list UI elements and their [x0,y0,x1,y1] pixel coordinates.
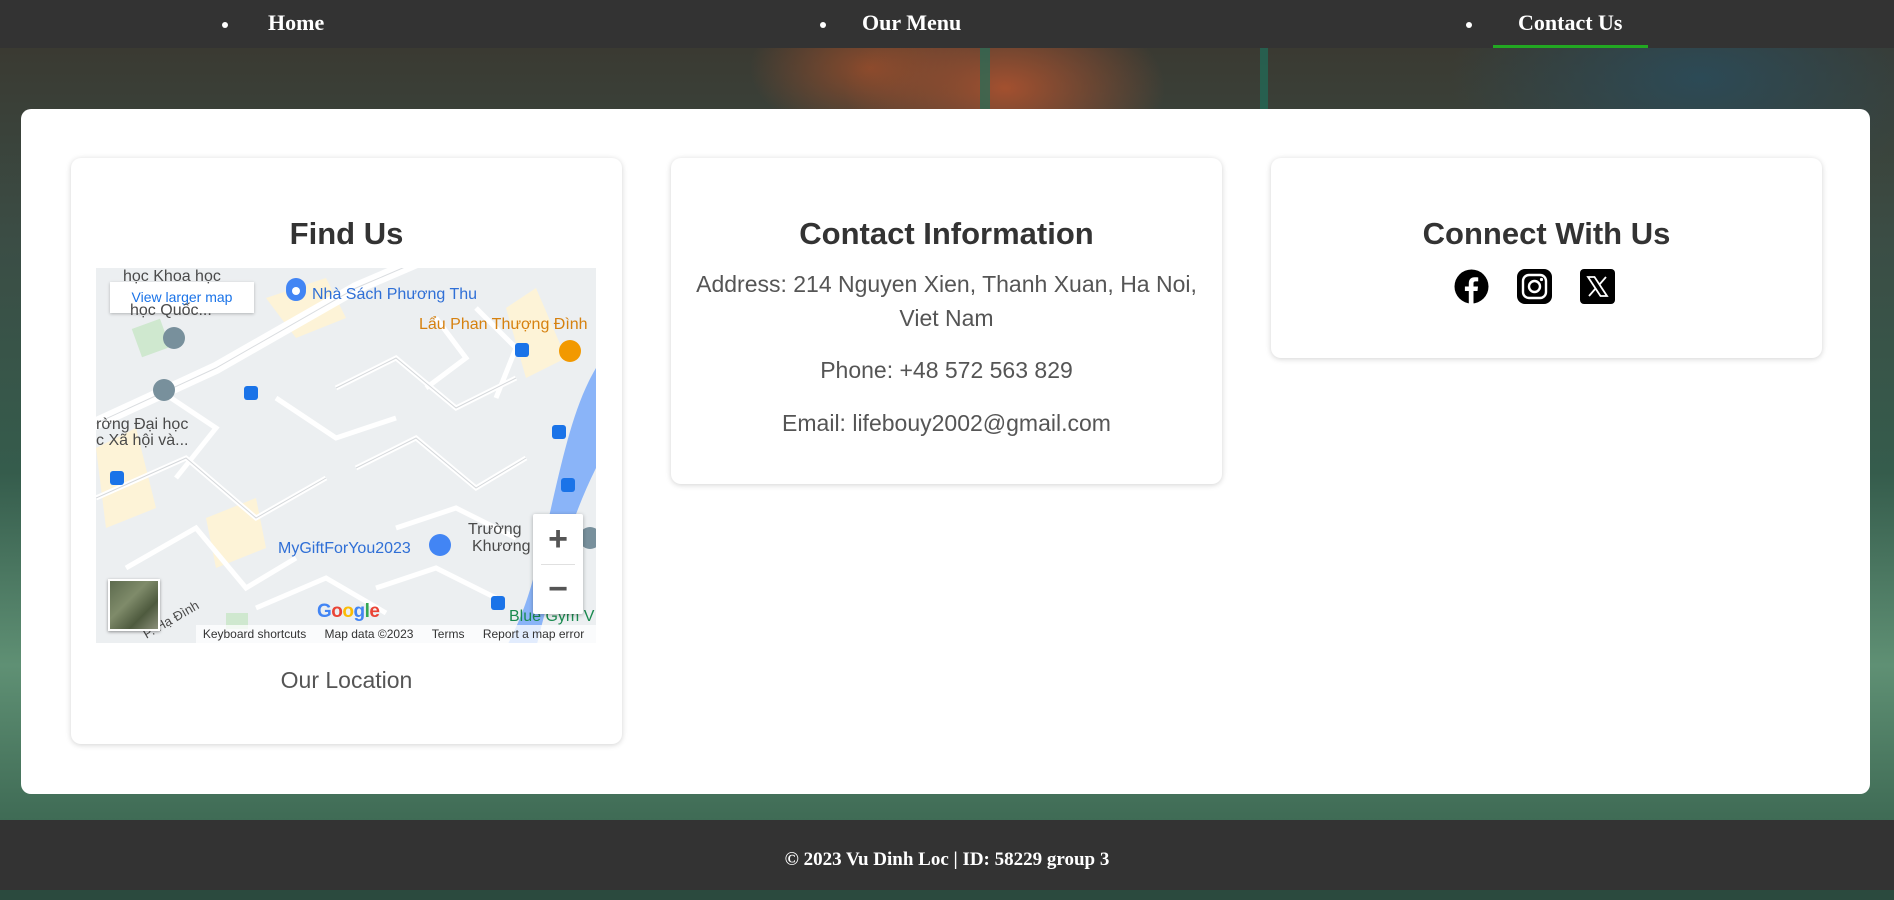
map-data-text: Map data ©2023 [324,627,414,641]
zoom-out-button[interactable]: − [533,564,583,614]
zoom-in-button[interactable]: + [533,514,583,564]
satellite-toggle[interactable] [108,579,160,631]
bullet-icon [1466,22,1472,28]
map-label: Nhà Sách Phương Thu [312,286,478,303]
social-links [1454,269,1615,304]
background-stripe [980,48,990,110]
map-label: học Khoa học [123,268,221,285]
address-text: Address: 214 Nguyen Xien, Thanh Xuan, Ha… [696,271,1197,331]
keyboard-shortcuts-link[interactable]: Keyboard shortcuts [203,625,306,643]
map-label: Trường [468,521,522,538]
map-label: Lẩu Phan Thượng Đình [419,316,588,333]
top-navigation: Home Our Menu Contact Us [0,0,1894,48]
map-label: học Quốc... [130,302,212,319]
map-caption: Our Location [280,667,413,693]
nav-item-home: Home [222,0,349,48]
contact-panel: Find Us View larger map học Khoa học học… [21,109,1870,794]
zoom-controls: + − [533,514,583,614]
connect-card: Connect With Us [1271,158,1822,358]
footer-text: © 2023 Vu Dinh Loc | ID: 58229 group 3 [784,849,1110,870]
x-icon[interactable] [1580,269,1615,304]
nav-link-home[interactable]: Home [243,0,349,48]
phone-text: Phone: +48 572 563 829 [820,357,1073,383]
map-attribution: Keyboard shortcuts Map data ©2023 Terms … [196,625,596,643]
find-us-title: Find Us [289,216,404,251]
connect-title: Connect With Us [1422,216,1671,251]
contact-info-title: Contact Information [799,216,1094,251]
map-label: MyGiftForYou2023 [278,540,411,557]
report-map-error-link[interactable]: Report a map error [483,625,584,643]
embedded-map[interactable]: View larger map học Khoa học học Quốc...… [96,268,596,643]
page-footer: © 2023 Vu Dinh Loc | ID: 58229 group 3 [0,820,1894,890]
google-logo: Google [317,601,380,622]
contact-info-card: Contact Information Address: 214 Nguyen … [671,158,1222,484]
facebook-icon[interactable] [1454,269,1489,304]
bullet-icon [820,22,826,28]
background-stripe [1260,48,1268,110]
map-label: Khương [472,538,531,555]
nav-link-our-menu[interactable]: Our Menu [837,0,986,48]
instagram-icon[interactable] [1517,269,1552,304]
email-text: Email: lifebouy2002@gmail.com [782,410,1111,436]
nav-link-contact-us[interactable]: Contact Us [1493,0,1648,48]
nav-item-our-menu: Our Menu [820,0,986,48]
map-label: c Xã hội và... [96,432,189,449]
find-us-card: Find Us View larger map học Khoa học học… [71,158,622,744]
terms-link[interactable]: Terms [432,625,465,643]
bullet-icon [222,22,228,28]
nav-item-contact-us: Contact Us [1466,0,1648,48]
